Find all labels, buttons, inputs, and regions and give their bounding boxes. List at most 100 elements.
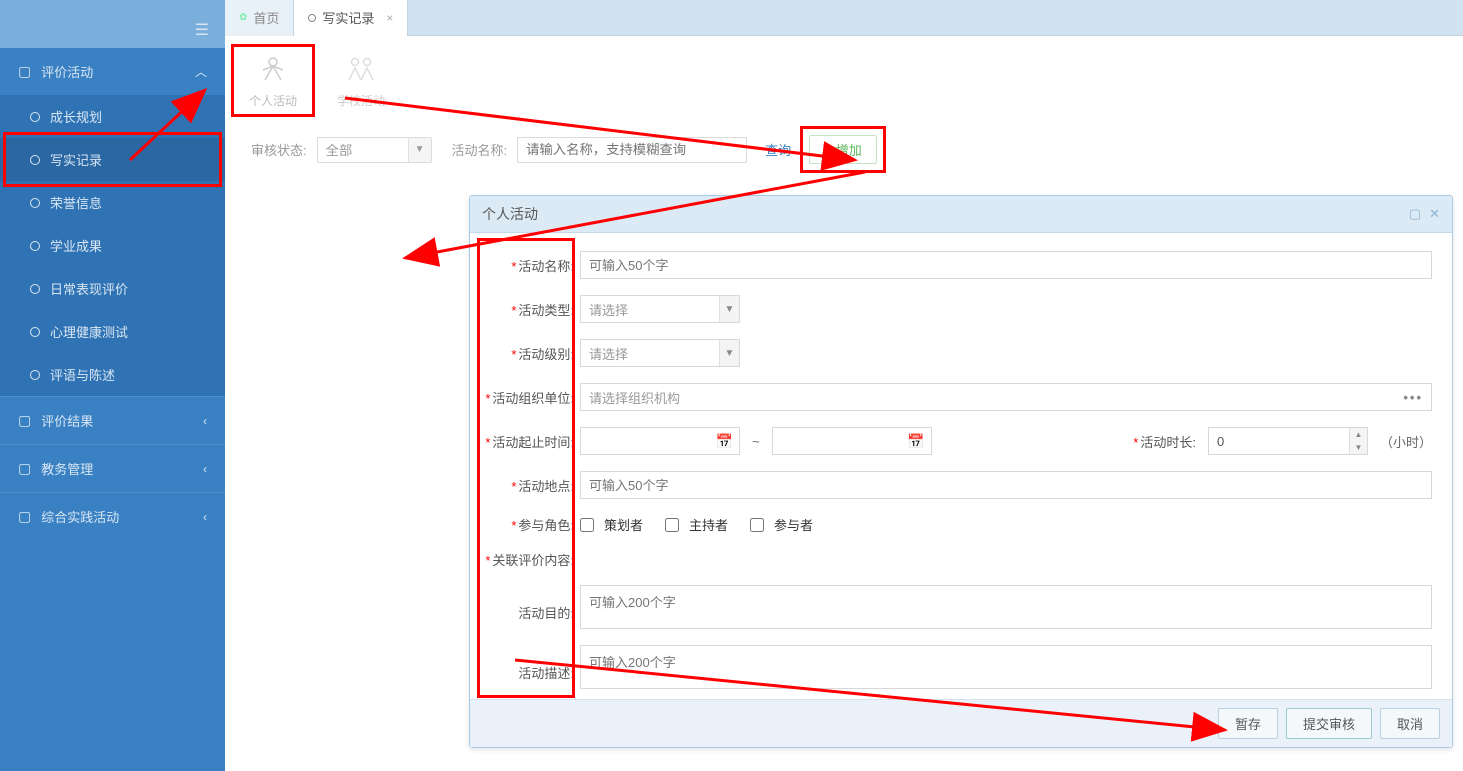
sidebar-item-daily[interactable]: 日常表现评价	[0, 267, 225, 310]
label-activity-time: *活动起止时间:	[480, 432, 580, 451]
menu-group-label: 评价结果	[41, 411, 93, 430]
menu-group-edu[interactable]: ▢ 教务管理 ‹	[0, 444, 225, 492]
subtab-label: 学校活动	[337, 92, 385, 109]
main-content: ✿ 首页 写实记录 × 个人活动	[225, 0, 1463, 771]
sidebar: ☰ ▢ 评价活动 ︿ 成长规划 写实记录 荣誉信息	[0, 0, 225, 771]
sidebar-collapse-button[interactable]: ☰	[0, 12, 225, 48]
chevron-down-icon[interactable]: ▼	[408, 138, 431, 162]
filter-status-value[interactable]	[318, 138, 408, 162]
circle-icon	[30, 241, 40, 251]
label-activity-role: *参与角色:	[480, 515, 580, 534]
activity-type-combo[interactable]: 请选择 ▼	[580, 295, 740, 323]
duration-input[interactable]: 0 ▲ ▼	[1208, 427, 1368, 455]
calendar-icon: 📅	[907, 433, 924, 450]
sidebar-item-label: 评语与陈述	[50, 365, 115, 384]
sidebar-item-label: 日常表现评价	[50, 279, 128, 298]
label-activity-level: *活动级别:	[480, 344, 580, 363]
chevron-left-icon: ‹	[203, 414, 207, 428]
draft-button[interactable]: 暂存	[1218, 708, 1278, 739]
menu-group-eval[interactable]: ▢ 评价活动 ︿	[0, 48, 225, 95]
sidebar-item-growth[interactable]: 成长规划	[0, 95, 225, 138]
label-related-content: *关联评价内容:	[480, 550, 580, 569]
submit-button[interactable]: 提交审核	[1286, 708, 1372, 739]
close-icon[interactable]: ✕	[1429, 206, 1440, 222]
add-button[interactable]: + 增加	[809, 135, 877, 164]
role-planner-label: 策划者	[604, 515, 643, 534]
home-icon: ✿	[239, 12, 247, 23]
subtab-school[interactable]: 学校活动	[337, 52, 385, 109]
tab-label: 首页	[253, 8, 279, 27]
role-host-checkbox[interactable]	[665, 518, 679, 532]
chevron-left-icon: ‹	[203, 510, 207, 524]
label-duration: *活动时长:	[1133, 432, 1202, 451]
label-activity-type: *活动类型:	[480, 300, 580, 319]
sidebar-item-honor[interactable]: 荣誉信息	[0, 181, 225, 224]
role-participant-checkbox[interactable]	[750, 518, 764, 532]
sidebar-item-label: 写实记录	[50, 150, 102, 169]
sidebar-item-academic[interactable]: 学业成果	[0, 224, 225, 267]
chevron-down-icon[interactable]: ▼	[719, 296, 739, 322]
spinner-up-icon[interactable]: ▲	[1350, 428, 1367, 441]
sidebar-item-mental[interactable]: 心理健康测试	[0, 310, 225, 353]
close-icon[interactable]: ×	[386, 11, 393, 25]
subtab-personal[interactable]: 个人活动	[249, 52, 297, 109]
personal-activity-dialog: 个人活动 ▢ ✕ *活动名称: *活动类型: 请选择	[469, 195, 1453, 748]
tabbar: ✿ 首页 写实记录 ×	[225, 0, 1463, 36]
label-activity-org: *活动组织单位:	[480, 388, 580, 407]
folder-icon: ▢	[18, 412, 31, 429]
activity-location-input[interactable]	[580, 471, 1432, 499]
sidebar-item-label: 学业成果	[50, 236, 102, 255]
ellipsis-icon[interactable]: •••	[1403, 390, 1423, 405]
search-button[interactable]: 查询	[757, 140, 799, 159]
spinner-down-icon[interactable]: ▼	[1350, 441, 1367, 454]
sidebar-item-record[interactable]: 写实记录	[0, 138, 225, 181]
tab-label: 写实记录	[322, 8, 374, 27]
group-icon	[339, 52, 383, 86]
sidebar-item-label: 荣誉信息	[50, 193, 102, 212]
sidebar-item-comment[interactable]: 评语与陈述	[0, 353, 225, 396]
tab-record[interactable]: 写实记录 ×	[294, 0, 408, 36]
activity-org-picker[interactable]: 请选择组织机构 •••	[580, 383, 1432, 411]
filter-status-combo[interactable]: ▼	[317, 137, 432, 163]
sidebar-item-label: 心理健康测试	[50, 322, 128, 341]
menu-group-practice[interactable]: ▢ 综合实践活动 ‹	[0, 492, 225, 540]
activity-level-combo[interactable]: 请选择 ▼	[580, 339, 740, 367]
chevron-up-icon: ︿	[195, 63, 207, 80]
plus-icon: +	[824, 142, 832, 157]
activity-name-input[interactable]	[580, 251, 1432, 279]
circle-icon	[30, 198, 40, 208]
label-activity-purpose: 活动目的:	[480, 585, 580, 622]
person-icon	[251, 52, 295, 86]
start-date-input[interactable]: 📅	[580, 427, 740, 455]
circle-icon	[30, 370, 40, 380]
collapse-icon: ☰	[195, 20, 209, 40]
menu-group-label: 评价活动	[41, 62, 93, 81]
menu-group-result[interactable]: ▢ 评价结果 ‹	[0, 396, 225, 444]
chevron-down-icon[interactable]: ▼	[719, 340, 739, 366]
filter-status-label: 审核状态:	[251, 140, 307, 159]
chevron-left-icon: ‹	[203, 462, 207, 476]
date-separator: ~	[746, 434, 766, 449]
add-button-label: 增加	[836, 140, 862, 159]
folder-icon: ▢	[18, 460, 31, 477]
activity-purpose-textarea[interactable]	[580, 585, 1432, 629]
menu-group-label: 综合实践活动	[41, 507, 119, 526]
folder-icon: ▢	[18, 63, 31, 80]
end-date-input[interactable]: 📅	[772, 427, 932, 455]
calendar-icon: 📅	[716, 433, 733, 450]
filter-name-input[interactable]	[517, 137, 747, 163]
circle-icon	[30, 155, 40, 165]
maximize-icon[interactable]: ▢	[1409, 206, 1421, 222]
circle-icon	[30, 327, 40, 337]
role-planner-checkbox[interactable]	[580, 518, 594, 532]
dialog-title: 个人活动	[482, 204, 538, 224]
tab-home[interactable]: ✿ 首页	[225, 0, 294, 36]
duration-unit: （小时）	[1380, 432, 1432, 451]
circle-icon	[308, 14, 316, 22]
label-activity-location: *活动地点:	[480, 476, 580, 495]
activity-desc-textarea[interactable]	[580, 645, 1432, 689]
subtab-label: 个人活动	[249, 92, 297, 109]
menu-group-label: 教务管理	[41, 459, 93, 478]
cancel-button[interactable]: 取消	[1380, 708, 1440, 739]
circle-icon	[30, 112, 40, 122]
